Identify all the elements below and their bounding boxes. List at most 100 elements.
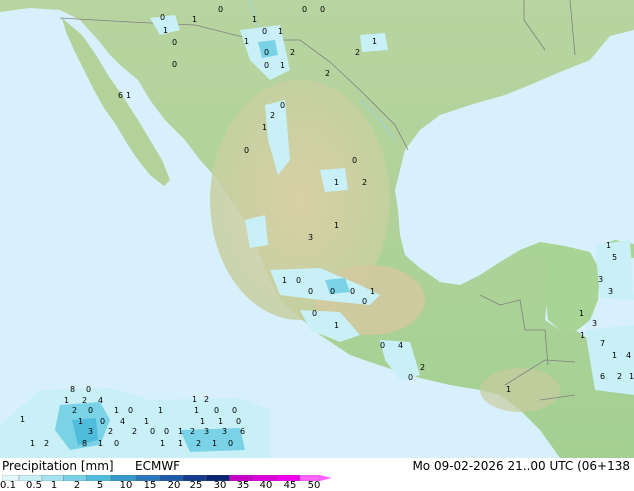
precip-value-label: 0: [88, 406, 93, 415]
precip-value-label: 0: [172, 60, 177, 69]
precip-value-label: 4: [98, 396, 103, 405]
precip-value-label: 0: [128, 406, 133, 415]
precip-value-label: 0: [150, 427, 155, 436]
precip-value-label: 1: [192, 15, 197, 24]
precip-value-label: 1: [262, 123, 267, 132]
precip-value-label: 2: [420, 363, 425, 372]
precip-value-label: 1: [126, 91, 131, 100]
precip-value-label: 0: [350, 287, 355, 296]
precip-value-label: 0: [218, 5, 223, 14]
precip-value-label: 1: [282, 276, 287, 285]
precip-value-label: 1: [200, 417, 205, 426]
precip-value-label: 0: [302, 5, 307, 14]
precip-value-label: 0: [236, 417, 241, 426]
color-scale-tick: 40: [259, 480, 273, 491]
precip-value-label: 1: [158, 406, 163, 415]
precip-value-label: 0: [160, 13, 165, 22]
precip-value-label: 0: [232, 406, 237, 415]
precip-value-label: 2: [190, 427, 195, 436]
precip-value-label: 1: [334, 321, 339, 330]
precip-value-label: 4: [120, 417, 125, 426]
precip-value-label: 2: [108, 427, 113, 436]
precip-value-label: 0: [214, 406, 219, 415]
precip-value-label: 0: [164, 427, 169, 436]
precip-value-label: 1: [192, 395, 197, 404]
precip-value-label: 2: [270, 111, 275, 120]
precip-value-label: 2: [204, 395, 209, 404]
precip-value-label: 4: [398, 341, 403, 350]
precip-value-label: 1: [114, 406, 119, 415]
color-scale-tick: 5: [96, 480, 104, 491]
precip-value-label: 1: [252, 15, 257, 24]
precip-value-label: 3: [222, 427, 227, 436]
precip-value-label: 3: [608, 287, 613, 296]
precip-value-label: 1: [20, 415, 25, 424]
precip-value-label: 1: [78, 417, 83, 426]
precip-value-label: 2: [325, 69, 330, 78]
precip-value-label: 1: [163, 26, 168, 35]
precip-value-label: 8: [70, 385, 75, 394]
precip-value-label: 2: [362, 178, 367, 187]
color-scale-tick: 1: [50, 480, 58, 491]
color-scale-tick: 25: [189, 480, 203, 491]
color-scale-tick: 50: [307, 480, 321, 491]
precip-value-label: 8: [82, 439, 87, 448]
precip-value-label: 6: [240, 427, 245, 436]
precip-value-label: 1: [178, 439, 183, 448]
precip-value-label: 2: [290, 48, 295, 57]
precip-value-label: 1: [612, 351, 617, 360]
color-scale-ticks: 0.1 0.5 1 2 5 10 15 20 25 30 35 40 45 50: [0, 480, 340, 491]
precip-value-label: 1: [98, 439, 103, 448]
precip-value-label: 5: [612, 253, 617, 262]
precip-value-label: 3: [598, 275, 603, 284]
precip-value-label: 1: [334, 221, 339, 230]
precip-value-label: 0: [228, 439, 233, 448]
precip-value-label: 1: [280, 61, 285, 70]
precip-value-label: 0: [408, 373, 413, 382]
color-scale-tick: 10: [119, 480, 133, 491]
color-scale-tick: 30: [213, 480, 227, 491]
precip-value-label: 1: [30, 439, 35, 448]
precip-value-label: 1: [580, 331, 585, 340]
precip-value-label: 1: [244, 37, 249, 46]
precip-value-label: 1: [144, 417, 149, 426]
precip-value-label: 0: [264, 48, 269, 57]
precip-value-label: 1: [334, 178, 339, 187]
precipitation-map: 0 1010 010 10 1120 20 1020126 1001 231010 0 0 10100…: [0, 0, 634, 458]
precip-value-label: 0: [296, 276, 301, 285]
precip-value-label: 3: [88, 427, 93, 436]
precip-value-label: 1: [160, 439, 165, 448]
precip-value-label: 6: [118, 91, 123, 100]
color-scale-tick: 0.5: [26, 480, 42, 491]
precip-value-label: 2: [196, 439, 201, 448]
precip-value-label: 0: [244, 146, 249, 155]
precip-value-label: 2: [72, 406, 77, 415]
precip-value-label: 3: [204, 427, 209, 436]
precip-value-label: 0: [352, 156, 357, 165]
legend-bar: Precipitation [mm] ECMWF Mo 09-02-2026 2…: [0, 458, 634, 491]
precip-value-label: 1: [218, 417, 223, 426]
map-title: Precipitation [mm]: [2, 459, 114, 473]
precip-value-label: 0: [114, 439, 119, 448]
model-source: ECMWF: [135, 459, 181, 473]
precip-value-label: 1: [178, 427, 183, 436]
precip-value-label: 4: [626, 351, 631, 360]
color-scale-tick: 45: [283, 480, 297, 491]
precip-value-label: 1: [212, 439, 217, 448]
precip-value-label: 3: [592, 319, 597, 328]
precip-value-label: 1: [606, 241, 611, 250]
precip-value-label: 1: [64, 396, 69, 405]
color-scale-tick: 0.1: [0, 480, 16, 491]
precip-value-label: 2: [44, 439, 49, 448]
precip-value-label: 0: [86, 385, 91, 394]
precip-value-label: 1: [579, 309, 584, 318]
precip-value-label: 0: [100, 417, 105, 426]
precip-value-label: 0: [380, 341, 385, 350]
color-scale-tick: 35: [236, 480, 250, 491]
precip-value-label: 1: [372, 37, 377, 46]
precip-value-label: 1: [370, 287, 375, 296]
precip-value-label: 0: [330, 287, 335, 296]
precip-value-label: 1: [629, 372, 634, 381]
precip-value-label: 1: [506, 385, 511, 394]
precip-value-label: 0: [264, 61, 269, 70]
